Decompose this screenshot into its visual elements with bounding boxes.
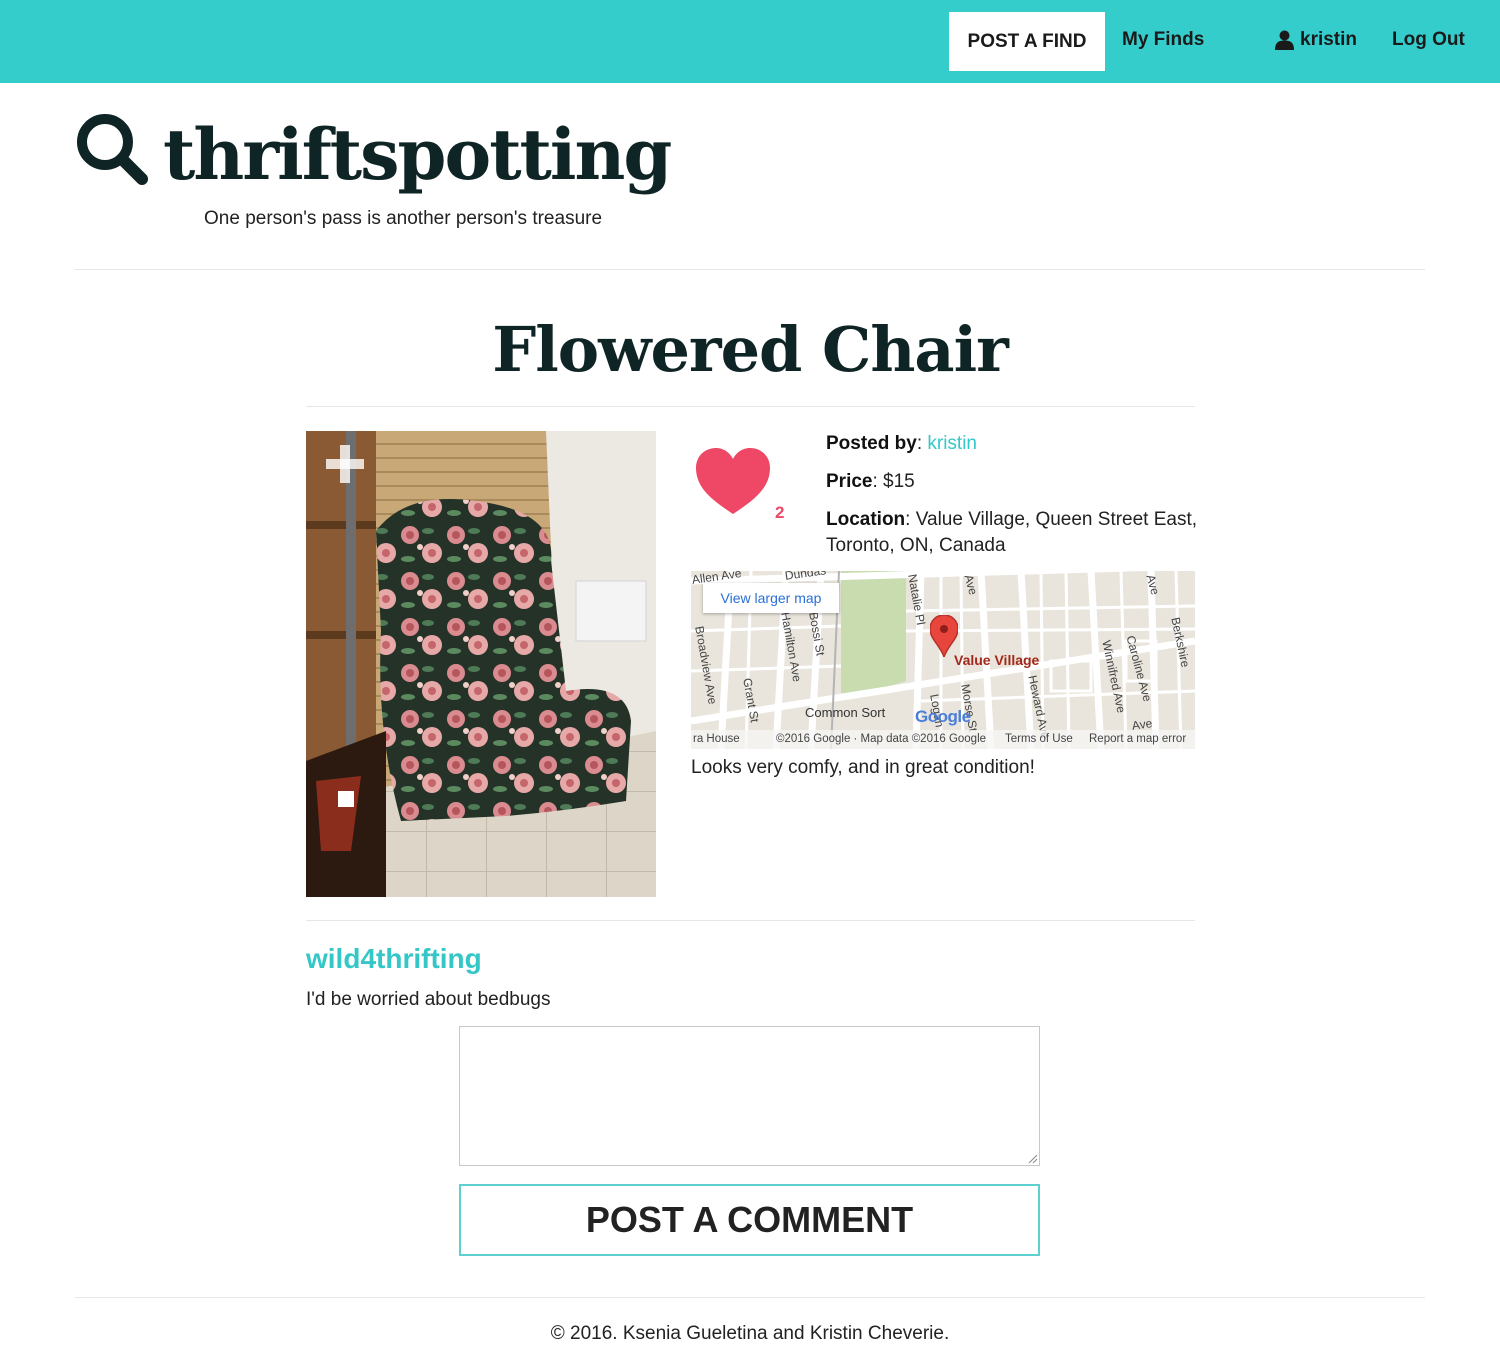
content-divider: [306, 920, 1195, 921]
find-description: Looks very comfy, and in great condition…: [691, 757, 1035, 778]
site-tagline: One person's pass is another person's tr…: [204, 208, 603, 229]
poster-link[interactable]: kristin: [927, 433, 977, 454]
location-value-line1: Value Village, Queen Street East,: [915, 509, 1198, 530]
user-profile-link[interactable]: kristin: [1275, 28, 1357, 52]
price-label: Price: [826, 471, 873, 492]
top-navbar: POST A FIND My Finds kristin Log Out: [0, 0, 1500, 83]
footer-divider: [75, 1297, 1425, 1298]
user-icon: [1275, 30, 1294, 50]
google-logo: Google: [915, 707, 971, 726]
location-row: Location: Value Village, Queen Street Ea…: [826, 509, 1198, 556]
view-larger-map-link[interactable]: View larger map: [703, 583, 839, 613]
find-title: Flowered Chair: [492, 313, 1009, 386]
post-comment-button[interactable]: POST A COMMENT: [459, 1184, 1040, 1256]
location-value-line2: Toronto, ON, Canada: [826, 535, 1006, 556]
comment-textarea[interactable]: [459, 1026, 1040, 1166]
footer-copyright: © 2016. Ksenia Gueletina and Kristin Che…: [550, 1323, 950, 1344]
find-photo[interactable]: [306, 431, 656, 897]
map-copyright: ©2016 Google · Map data ©2016 Google: [776, 733, 987, 745]
resize-grip-icon[interactable]: [1027, 1153, 1038, 1164]
map-footer-place: ra House: [693, 733, 740, 745]
map-place-label: Value Village: [954, 652, 1040, 668]
map-attribution-bar: ra House ©2016 Google · Map data ©2016 G…: [691, 730, 1195, 749]
site-logo-text[interactable]: thriftspotting: [163, 110, 672, 200]
post-a-find-button[interactable]: POST A FIND: [949, 12, 1105, 71]
my-finds-link[interactable]: My Finds: [1122, 28, 1204, 52]
posted-by-label: Posted by: [826, 433, 917, 454]
log-out-link[interactable]: Log Out: [1392, 28, 1465, 52]
location-map[interactable]: Natalie Pl Ave Ave Grant St Heward Ave W…: [691, 571, 1195, 749]
comment-author-link[interactable]: wild4thrifting: [306, 943, 482, 975]
title-divider: [306, 406, 1195, 407]
location-label: Location: [826, 509, 906, 530]
map-pin-icon[interactable]: [930, 615, 958, 657]
map-nearby-label: Common Sort: [805, 705, 886, 720]
price-value: $15: [883, 471, 915, 492]
map-terms-link[interactable]: Terms of Use: [1005, 730, 1073, 749]
search-icon: [77, 114, 148, 185]
like-heart-icon[interactable]: [696, 448, 770, 514]
price-row: Price: $15: [826, 471, 915, 492]
comment-text: I'd be worried about bedbugs: [306, 989, 551, 1010]
header-divider: [75, 269, 1425, 270]
map-report-link[interactable]: Report a map error: [1089, 730, 1186, 749]
username-label: kristin: [1300, 29, 1358, 50]
posted-by-row: Posted by: kristin: [826, 433, 977, 454]
like-count: 2: [775, 503, 785, 522]
